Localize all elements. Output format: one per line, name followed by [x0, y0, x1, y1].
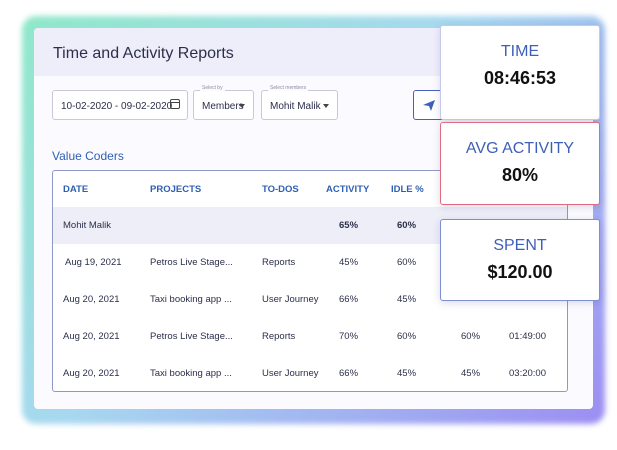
- spent-card-value: $120.00: [487, 262, 553, 282]
- row-project: Taxi booking app ...: [150, 368, 232, 379]
- col-header-activity[interactable]: ACTIVITY: [326, 184, 369, 195]
- select-members-dropdown[interactable]: Select members Mohit Malik: [261, 85, 338, 120]
- col-header-projects[interactable]: PROJECTS: [150, 184, 201, 195]
- row-project: Taxi booking app ...: [150, 294, 232, 305]
- select-members-label: Select members: [268, 85, 309, 91]
- group-activity: 65%: [339, 220, 359, 231]
- time-card: TIME 08:46:53: [440, 25, 600, 120]
- time-card-label: TIME: [500, 43, 540, 60]
- avg-activity-card: AVG ACTIVITY 80%: [440, 122, 600, 205]
- row-idle: 60%: [397, 331, 417, 342]
- select-by-value: Members: [202, 101, 244, 112]
- row-activity: 70%: [339, 331, 359, 342]
- row-activity: 45%: [339, 257, 359, 268]
- col-header-idle[interactable]: IDLE %: [391, 184, 424, 195]
- date-range-value: 10-02-2020 - 09-02-2020: [61, 101, 173, 112]
- row-activity: 66%: [339, 368, 359, 379]
- chevron-down-icon: [239, 104, 245, 108]
- date-range-field[interactable]: 10-02-2020 - 09-02-2020: [52, 90, 188, 120]
- row-date: Aug 19, 2021: [65, 257, 122, 268]
- table-row[interactable]: Aug 20, 2021 Petros Live Stage... Report…: [53, 318, 567, 355]
- row-todo: Reports: [262, 331, 296, 342]
- row-project: Petros Live Stage...: [150, 257, 233, 268]
- section-title: Value Coders: [52, 149, 124, 163]
- row-todo: User Journey: [262, 294, 319, 305]
- spent-card: SPENT $120.00: [440, 219, 600, 301]
- row-todo: User Journey: [262, 368, 319, 379]
- group-idle: 60%: [397, 220, 417, 231]
- avg-activity-card-value: 80%: [501, 165, 539, 185]
- row-date: Aug 20, 2021: [63, 294, 120, 305]
- select-by-label: Select by: [200, 85, 225, 91]
- row-time: 03:20:00: [509, 368, 546, 379]
- select-members-value: Mohit Malik: [270, 101, 321, 112]
- row-todo: Reports: [262, 257, 296, 268]
- group-member-name: Mohit Malik: [63, 220, 112, 231]
- col-header-todos[interactable]: TO-DOS: [262, 184, 299, 195]
- row-extra: 60%: [461, 331, 481, 342]
- row-idle: 60%: [397, 257, 417, 268]
- table-row[interactable]: Aug 20, 2021 Taxi booking app ... User J…: [53, 355, 567, 391]
- spent-card-label: SPENT: [493, 237, 547, 254]
- row-date: Aug 20, 2021: [63, 368, 120, 379]
- row-idle: 45%: [397, 294, 417, 305]
- row-project: Petros Live Stage...: [150, 331, 233, 342]
- row-date: Aug 20, 2021: [63, 331, 120, 342]
- row-activity: 66%: [339, 294, 359, 305]
- page-title: Time and Activity Reports: [53, 45, 234, 62]
- send-icon: [423, 100, 435, 111]
- row-extra: 45%: [461, 368, 481, 379]
- avg-activity-card-label: AVG ACTIVITY: [465, 140, 575, 157]
- time-card-value: 08:46:53: [483, 68, 557, 88]
- chevron-down-icon: [323, 104, 329, 108]
- calendar-icon: [170, 99, 180, 109]
- select-by-dropdown[interactable]: Select by Members: [193, 85, 254, 120]
- row-time: 01:49:00: [509, 331, 546, 342]
- row-idle: 45%: [397, 368, 417, 379]
- col-header-date[interactable]: DATE: [63, 184, 88, 195]
